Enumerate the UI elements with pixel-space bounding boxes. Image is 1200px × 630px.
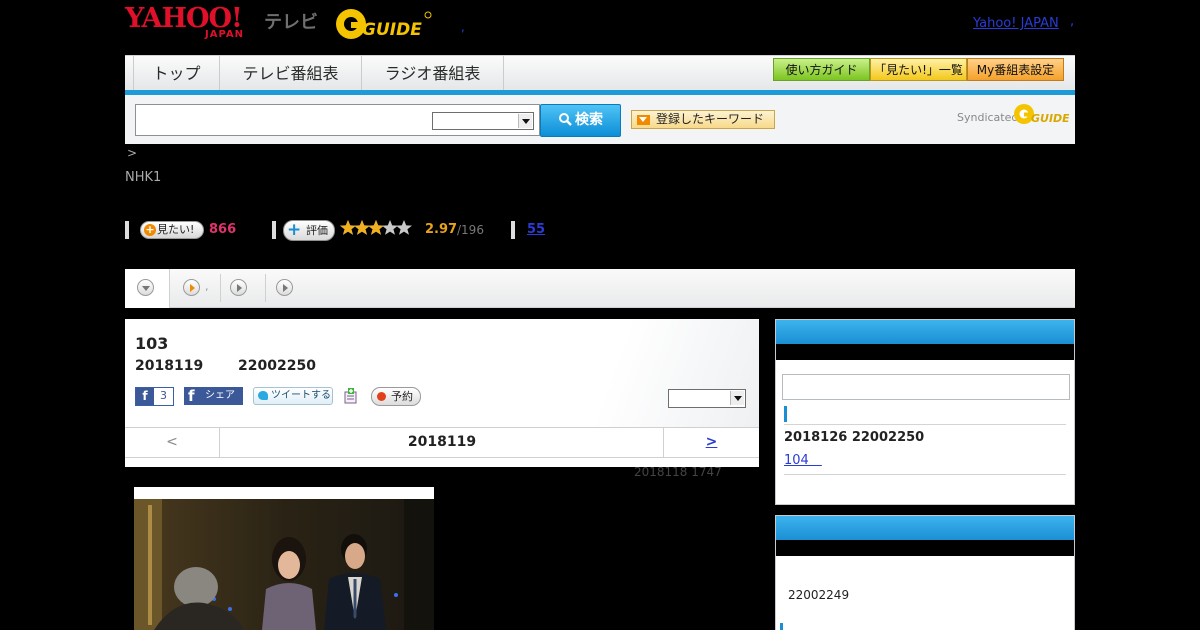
record-icon <box>377 392 386 401</box>
nav-tab-tv-schedule[interactable]: テレビ番組表 <box>220 56 362 91</box>
tab-play-icon[interactable] <box>183 279 200 296</box>
japan-logo-text: JAPAN <box>205 29 244 40</box>
program-panel: 103 2018119 22002250 f 3 f シェア ツイートする 予約 <box>125 319 759 467</box>
record-reserve-button[interactable]: 予約 <box>371 387 421 406</box>
mitai-list-button[interactable]: 「見たい!」一覧 <box>870 58 967 81</box>
related-broadcast-subheader <box>776 540 1074 556</box>
mitai-count: 866 <box>209 222 237 237</box>
review-count-link[interactable]: 55 <box>527 222 545 237</box>
related-broadcast-box: 22002249 <box>775 515 1075 630</box>
pager-prev-button[interactable]: < <box>125 428 220 457</box>
last-updated: 2018118 1747 <box>634 465 722 479</box>
panel-decoration <box>559 319 759 427</box>
my-schedule-settings-button[interactable]: My番組表設定 <box>967 58 1064 81</box>
twitter-bird-icon <box>258 391 268 400</box>
stat-divider <box>272 221 276 239</box>
stat-divider <box>511 221 515 239</box>
search-button-label: 検索 <box>575 112 603 128</box>
related-broadcast-time: 22002249 <box>788 588 850 602</box>
divider <box>784 474 1066 475</box>
yahoo-logo-text: YAHOO! <box>125 3 243 34</box>
tab-divider <box>265 274 266 302</box>
rate-button[interactable]: + 評価 <box>283 220 335 241</box>
program-still-drawing <box>134 499 434 630</box>
gguide-logo-text: GUIDE <box>362 20 422 40</box>
section-marker <box>784 406 787 422</box>
program-still-image[interactable] <box>134 499 434 630</box>
next-broadcast-header <box>776 320 1074 344</box>
next-broadcast-box: 2018126 22002250 104 <box>775 319 1075 505</box>
chevron-down-icon <box>518 114 532 128</box>
pager-next-link[interactable]: > <box>663 428 759 457</box>
saved-keywords-button[interactable]: 登録したキーワード <box>631 110 775 129</box>
search-button[interactable]: 検索 <box>540 104 621 137</box>
header-separator: , <box>461 20 465 34</box>
record-reserve-label: 予約 <box>391 390 413 403</box>
rating-stars <box>340 220 412 235</box>
mitai-button-label: 見たい! <box>157 223 195 236</box>
chevron-down-icon <box>730 391 744 405</box>
mitai-button[interactable]: + 見たい! <box>140 221 204 239</box>
facebook-share-button[interactable]: f シェア <box>184 387 243 405</box>
page: YAHOO! JAPAN テレビ GUIDE , Yahoo! JAPAN , … <box>0 0 1200 630</box>
stat-divider <box>125 221 129 239</box>
tweet-button-label: ツイートする <box>271 390 331 401</box>
saved-keywords-label: 登録したキーワード <box>656 112 765 126</box>
yahoo-japan-logo[interactable]: YAHOO! JAPAN <box>125 5 265 43</box>
channel-name: NHK1 <box>125 170 162 185</box>
divider <box>784 424 1066 425</box>
rating-value: 2.97 <box>425 222 458 237</box>
breadcrumb[interactable]: > <box>127 146 137 160</box>
pager-current-date: 2018119 <box>407 434 477 450</box>
header-end-separator: , <box>1070 14 1075 29</box>
sidebar-search-input[interactable] <box>782 374 1070 400</box>
add-calendar-icon[interactable] <box>344 388 358 404</box>
global-nav: トップ テレビ番組表 ラジオ番組表 使い方ガイド 「見たい!」一覧 My番組表設… <box>125 55 1075 91</box>
nav-tab-top[interactable]: トップ <box>133 56 220 91</box>
next-broadcast-datetime: 2018126 22002250 <box>784 430 925 445</box>
syndicated-label: Syndicated <box>957 111 1019 124</box>
next-episode-link[interactable]: 104 <box>784 449 822 468</box>
tab-play-icon[interactable] <box>230 279 247 296</box>
usage-guide-button[interactable]: 使い方ガイド <box>773 58 870 81</box>
dropdown-arrow-icon <box>637 115 650 125</box>
section-marker <box>780 623 783 630</box>
tab-divider <box>220 274 221 302</box>
tab-play-icon[interactable] <box>276 279 293 296</box>
tab-overview[interactable] <box>125 269 170 308</box>
facebook-icon: f <box>188 387 195 405</box>
syndicated-gguide-text: GUIDE <box>1031 112 1069 125</box>
gguide-logo[interactable]: GUIDE <box>334 6 434 42</box>
tweet-button[interactable]: ツイートする <box>253 387 333 405</box>
rating-count: /196 <box>457 223 484 237</box>
program-date: 2018119 <box>135 358 204 374</box>
rate-button-label: 評価 <box>306 224 328 237</box>
date-pager: < 2018119 > <box>125 427 759 458</box>
nav-tab-radio-schedule[interactable]: ラジオ番組表 <box>362 56 504 91</box>
syndicated-gguide-logo: GUIDE <box>1014 104 1069 125</box>
search-bar: 検索 登録したキーワード Syndicated GUIDE <box>125 95 1075 144</box>
tv-logo-text[interactable]: テレビ <box>264 8 318 34</box>
plus-icon: + <box>287 220 302 240</box>
device-select[interactable] <box>668 389 746 408</box>
facebook-icon: f <box>136 388 154 405</box>
program-time: 22002250 <box>238 358 316 374</box>
plus-icon: + <box>144 223 156 236</box>
chevron-down-icon <box>137 279 154 296</box>
search-icon <box>559 113 572 126</box>
tab-separator-text: , <box>205 280 209 293</box>
facebook-like-button[interactable]: f 3 <box>135 387 174 406</box>
related-broadcast-header <box>776 516 1074 540</box>
facebook-like-count: 3 <box>160 389 167 402</box>
search-category-select[interactable] <box>432 112 534 130</box>
program-tabs <box>125 269 1075 308</box>
next-broadcast-subheader <box>776 344 1074 360</box>
program-title: 103 <box>135 334 169 353</box>
yahoo-japan-link[interactable]: Yahoo! JAPAN <box>973 16 1059 31</box>
facebook-share-label: シェア <box>205 390 235 401</box>
